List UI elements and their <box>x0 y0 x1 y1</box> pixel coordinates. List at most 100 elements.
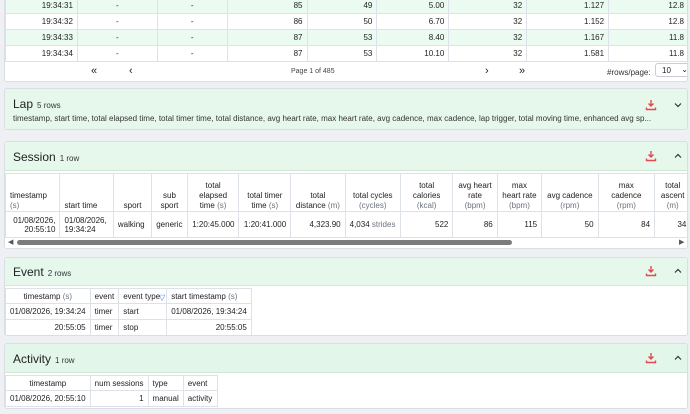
chevron-down-icon[interactable] <box>672 99 684 111</box>
chevron-up-icon[interactable] <box>672 352 684 364</box>
rows-per-page-select[interactable]: 10 ⌄ <box>655 63 687 77</box>
download-icon[interactable] <box>645 265 657 277</box>
cell: 01/08/2026, 19:34:24 <box>59 211 114 238</box>
column-header[interactable]: total cycles (cycles) <box>344 173 401 212</box>
download-icon[interactable] <box>645 150 657 162</box>
rows-per-page-label: #rows/page: <box>607 68 651 77</box>
chevron-up-icon[interactable] <box>672 265 684 277</box>
scroll-right-icon[interactable]: ▶ <box>679 238 684 246</box>
event-row-count: 2 rows <box>47 269 72 278</box>
prev-page-icon[interactable]: ‹ <box>129 65 133 77</box>
lap-card: Lap 5 rows timestamp, start time, total e… <box>4 88 688 130</box>
download-icon[interactable] <box>645 99 657 111</box>
column-filter-icon[interactable]: ▽ <box>159 293 165 302</box>
session-total-distance: 4,323.90 <box>290 211 346 238</box>
column-header-label: event type <box>123 291 161 301</box>
session-card: Session 1 row timestamp (s) start time spor… <box>4 141 688 249</box>
lap-title: Lap 5 rows <box>13 97 61 111</box>
column-header-label: timestamp <box>10 191 47 200</box>
column-header[interactable]: avg cadence (rpm) <box>541 173 599 212</box>
table-cell: - <box>76 45 158 62</box>
column-header[interactable]: total distance (m) <box>290 173 346 212</box>
column-header-label: start time <box>64 201 98 210</box>
table-row: 19:34:32- -86 50 6.70 32 1.152 12.8 <box>5 13 687 30</box>
column-header[interactable]: total ascent (m) <box>654 173 687 212</box>
session-table: timestamp (s) start time sport sub sport tot… <box>5 173 687 238</box>
table-cell: 87 <box>226 45 308 62</box>
table-cell: 19:34:32 <box>5 13 78 30</box>
lap-header[interactable]: Lap 5 rows timestamp, start time, total e… <box>5 89 687 129</box>
table-cell: 32 <box>448 29 528 46</box>
session-total-calories: 522 <box>399 211 454 238</box>
column-header[interactable]: sub sport <box>151 173 188 212</box>
column-header-unit: (cycles) <box>358 201 387 210</box>
horizontal-scrollbar[interactable]: ◀ ▶ <box>5 238 687 247</box>
column-header[interactable]: start time <box>59 173 114 212</box>
table-cell: 19:34:33 <box>5 29 78 46</box>
event-card: Event 2 rows timestamp (s) event event type… <box>4 257 688 336</box>
column-header[interactable]: timestamp (s) <box>5 288 91 304</box>
table-cell: - <box>156 45 228 62</box>
activity-header[interactable]: Activity 1 row <box>5 344 687 373</box>
table-cell: 1.127 <box>526 0 610 14</box>
column-header[interactable]: timestamp <box>5 375 91 391</box>
column-header-label: sub sport <box>160 191 179 210</box>
event-header[interactable]: Event 2 rows <box>5 258 687 286</box>
pagination-bar: « ‹ Page 1 of 485 › » #rows/page: 10 ⌄ <box>5 61 687 81</box>
session-header[interactable]: Session 1 row <box>5 142 687 171</box>
chevron-up-icon[interactable] <box>672 150 684 162</box>
table-cell: 5.00 <box>376 0 450 14</box>
download-icon[interactable] <box>645 352 657 364</box>
table-cell: 32 <box>448 45 528 62</box>
column-header[interactable]: num sessions <box>89 375 149 391</box>
column-header[interactable]: event <box>89 288 120 304</box>
lap-fields: timestamp, start time, total elapsed tim… <box>13 114 652 123</box>
table-cell: 87 <box>226 29 308 46</box>
column-header-label: total cycles <box>352 191 393 200</box>
last-page-icon[interactable]: » <box>519 65 525 77</box>
table-cell: 86 <box>226 13 308 30</box>
next-page-icon[interactable]: › <box>485 65 489 77</box>
column-header[interactable]: type <box>147 375 184 391</box>
table-cell: 20:55:05 <box>166 319 252 335</box>
column-header[interactable]: avg heart rate (bpm) <box>452 173 498 212</box>
scrollbar-thumb[interactable] <box>17 240 512 245</box>
session-sport: walking <box>112 211 153 238</box>
table-row: 01/08/2026, 19:34:24 timer start 01/08/2026… <box>5 303 252 320</box>
column-header-unit: (rpm) <box>616 201 636 210</box>
column-header-unit: (bpm) <box>508 201 530 210</box>
table-cell: 10.10 <box>376 45 450 62</box>
column-header[interactable]: sport <box>112 173 153 212</box>
column-header-label: event <box>94 291 115 301</box>
column-header[interactable]: max heart rate (bpm) <box>496 173 543 212</box>
column-header-label: total calories <box>412 181 441 200</box>
column-header-unit: (m) <box>327 201 340 210</box>
table-cell: - <box>156 0 228 14</box>
table-cell: 53 <box>306 29 378 46</box>
column-header-label: sport <box>123 201 142 210</box>
column-header[interactable]: max cadence (rpm) <box>597 173 656 212</box>
session-max-cadence: 84 <box>597 211 656 238</box>
table-cell: 20:55:05 <box>5 319 91 335</box>
activity-card: Activity 1 row timestamp num sessions type e… <box>4 343 688 409</box>
column-header[interactable]: start timestamp (s) <box>166 288 252 304</box>
column-header[interactable]: total calories (kcal) <box>399 173 454 212</box>
scroll-left-icon[interactable]: ◀ <box>8 238 13 246</box>
table-cell: 32 <box>448 13 528 30</box>
cell: 4,034 strides <box>344 211 401 238</box>
column-header[interactable]: event <box>182 375 218 391</box>
column-header[interactable]: timestamp (s) <box>5 173 61 212</box>
scrollbar-track[interactable] <box>17 240 677 245</box>
column-header[interactable]: total elapsed time (s) <box>186 173 240 212</box>
column-header-label: total distance <box>295 191 326 210</box>
table-cell: 50 <box>306 13 378 30</box>
column-header-label: start timestamp <box>171 291 226 301</box>
table-cell: manual <box>147 390 184 407</box>
cell: 01/08/2026, 20:55:10 <box>5 211 61 238</box>
event-table: timestamp (s) event event type start timest… <box>5 288 252 335</box>
session-avg-heart-rate: 86 <box>452 211 498 238</box>
first-page-icon[interactable]: « <box>91 65 97 77</box>
table-cell: 01/08/2026, 20:55:10 <box>5 390 91 407</box>
column-header-unit: (m) <box>666 201 679 210</box>
column-header[interactable]: total timer time (s) <box>238 173 292 212</box>
